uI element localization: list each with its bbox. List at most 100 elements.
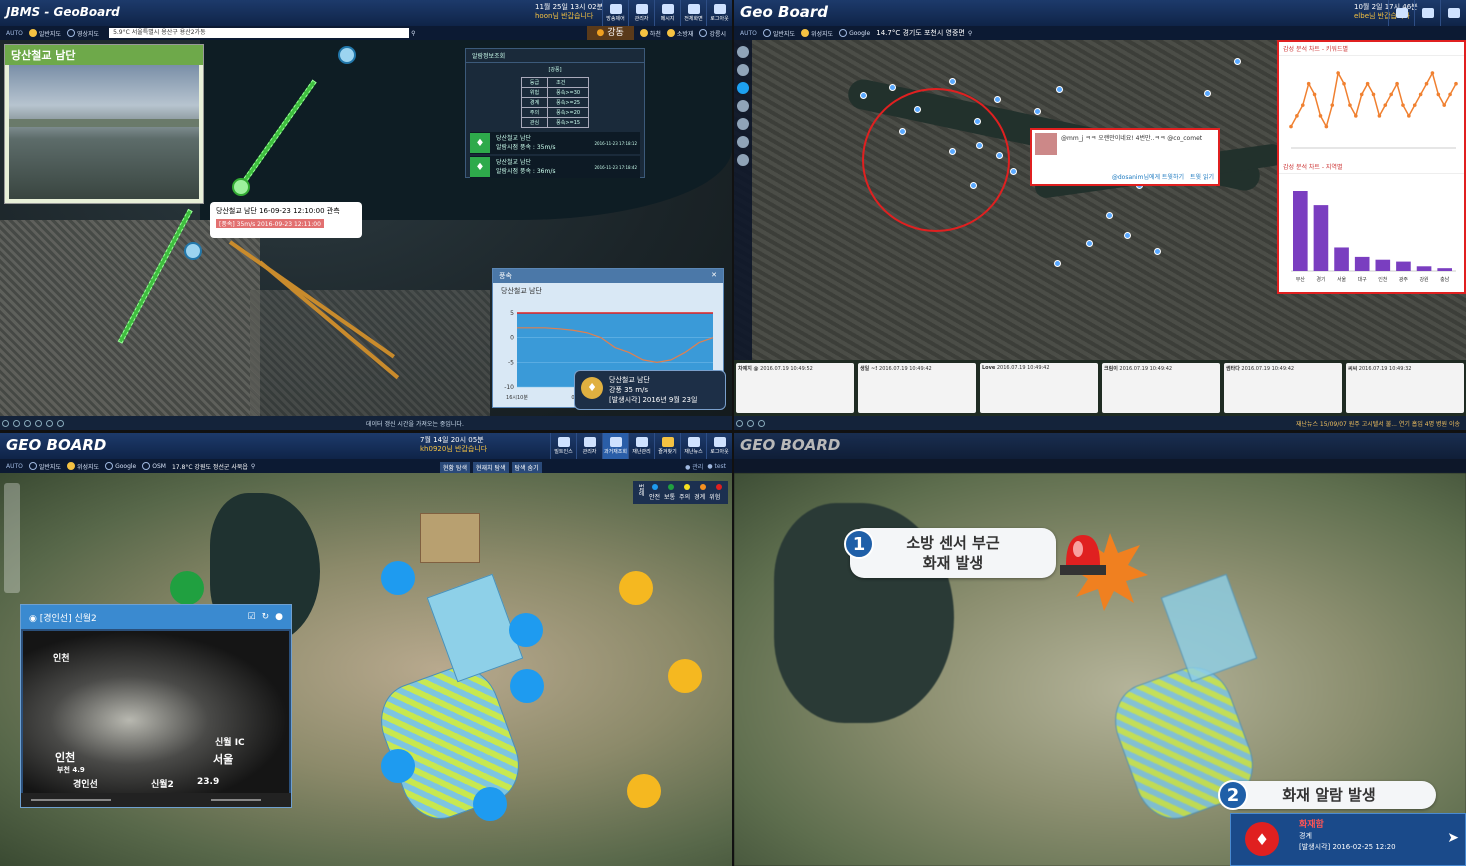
map-type-general[interactable]: 일반지도 [763,29,795,38]
current-search-button[interactable]: 현재치 탐색 [473,462,509,473]
filter-gangneung[interactable]: 강릉시 [699,29,726,38]
tweet-pin-marker[interactable] [1204,90,1211,97]
measure-icon[interactable] [35,419,42,427]
tweet-pin-marker[interactable] [1034,108,1041,115]
history-icon[interactable] [737,118,749,130]
reply-tweet-link[interactable]: @dosanim님에게 트윗하기 [1112,172,1184,181]
map-type-google[interactable]: Google [105,462,136,470]
tweet-pin-marker[interactable] [1124,232,1131,239]
station-marker[interactable] [338,46,356,64]
tweet-pin-marker[interactable] [994,96,1001,103]
users-button[interactable] [1440,0,1466,26]
admin-button[interactable]: 관리자 [628,0,654,26]
search-icon[interactable]: ⚲ [251,463,255,470]
message-button[interactable]: 메시지 [654,0,680,26]
map-type-osm[interactable]: OSM [142,462,166,470]
pan-icon[interactable] [24,419,31,427]
observation-popup[interactable]: 당산철교 남단 16-09-23 12:10:00 관측 [풍속] 35m/s … [210,202,362,238]
zoom-slider[interactable] [4,483,20,593]
map-type-satellite[interactable]: 위성지도 [67,462,99,471]
help-button[interactable] [1388,0,1414,26]
hide-search-button[interactable]: 탐색 숨기 [511,462,542,473]
filter-fire[interactable]: 소방재 [667,29,694,38]
disaster-button[interactable]: 재난관리 [628,433,654,459]
sensor-marker[interactable] [473,787,507,821]
feed-card[interactable]: Love 2016.07.19 10:49:42 [980,363,1098,413]
zoom-in-icon[interactable] [736,419,743,427]
share-icon[interactable]: ➤ [1447,830,1459,846]
read-tweet-link[interactable]: 트윗 읽기 [1190,172,1214,181]
tweet-pin-marker[interactable] [1010,168,1017,175]
globe-icon[interactable]: ● [275,612,283,622]
tweet-popup[interactable]: @mm_j ㅋㅋ 오랜만이네요! 4번만..ㅋㅋ @co_comet @dosa… [1030,128,1220,186]
zoom-in-icon[interactable] [2,419,9,427]
tweet-pin-marker[interactable] [1086,240,1093,247]
feed-card[interactable]: 씨씨 2016.07.19 10:49:32 [1346,363,1464,413]
tweet-pin-marker[interactable] [889,84,896,91]
status-search-button[interactable]: 현황 탐색 [440,462,470,473]
broadcast-button[interactable]: 방송제어 [602,0,628,26]
map-type-satellite[interactable]: 위성지도 [801,29,833,38]
globe-icon[interactable] [737,64,749,76]
feed-card[interactable]: 크림이 2016.07.19 10:49:42 [1102,363,1220,413]
feed-card[interactable]: 차예지 @ 2016.07.19 10:49:52 [736,363,854,413]
station-marker[interactable] [184,242,202,260]
sensor-marker[interactable] [510,669,544,703]
tweet-pin-marker[interactable] [949,78,956,85]
sensor-marker[interactable] [668,659,702,693]
map-type-satellite[interactable]: 영상지도 [67,29,99,38]
tweet-pin-marker[interactable] [1234,58,1241,65]
favorites-button[interactable]: 즐겨찾기 [654,433,680,459]
station-marker[interactable] [232,178,250,196]
search-icon[interactable]: ⚲ [968,30,972,37]
search-icon[interactable]: ⚲ [411,30,415,37]
sensor-marker[interactable] [627,774,661,808]
settings-icon[interactable] [737,46,749,58]
tweet-pin-marker[interactable] [1054,260,1061,267]
volume-bar[interactable] [211,799,261,801]
sensor-marker[interactable] [381,561,415,595]
logout-button[interactable]: 로그아웃 [706,0,732,26]
sensor-marker[interactable] [619,571,653,605]
feed-card[interactable]: 생일 ~! 2016.07.19 10:49:42 [858,363,976,413]
close-icon[interactable]: ✕ [711,271,717,281]
admin-button[interactable] [1414,0,1440,26]
layer-icon[interactable] [46,419,53,427]
history-button[interactable]: 과거재조회 [602,433,628,459]
logout-button[interactable]: 로그아웃 [706,433,732,459]
zoom-out-icon[interactable] [13,419,20,427]
map-type-general[interactable]: 일반지도 [29,462,61,471]
filter-river[interactable]: 하천 [640,29,661,38]
feed-card[interactable]: 썸타다 2016.07.19 10:49:42 [1224,363,1342,413]
print-icon[interactable] [57,419,64,427]
fire-alert-notification[interactable]: ♦ 화재함 경계 [발생시각] 2016-02-25 12:20 ➤ [1230,813,1466,866]
chart-icon[interactable] [737,136,749,148]
add-icon[interactable] [737,154,749,166]
tweet-pin-marker[interactable] [1154,248,1161,255]
sensor-marker[interactable] [509,613,543,647]
fullscreen-button[interactable]: 전체화면 [680,0,706,26]
check-icon[interactable]: ☑ [248,612,256,622]
map-type-google[interactable]: Google [839,29,870,37]
video-controls[interactable] [21,793,291,807]
builtin-button[interactable]: 빌트인스 [550,433,576,459]
address-field[interactable]: 5.9°C 서울특별시 용산구 용산2가동 [109,28,410,38]
sensor-marker[interactable] [170,571,204,605]
news-button[interactable]: 재난뉴스 [680,433,706,459]
alarm-notification[interactable]: ♦ 당산철교 남단 강풍 35 m/s [발생시각] 2016년 9월 23일 [574,370,726,410]
region-selector[interactable]: ● 강동 [586,26,634,40]
news-icon[interactable] [737,100,749,112]
refresh-icon[interactable]: ↻ [262,612,270,622]
alert-item[interactable]: ♦ 당산철교 남단 알람시점 풍속 : 35m/s 2016-11-23 17:1… [470,132,640,154]
tweet-pin-marker[interactable] [1106,212,1113,219]
sensor-marker[interactable] [381,749,415,783]
tweet-pin-marker[interactable] [1056,86,1063,93]
map-type-general[interactable]: 일반지도 [29,29,61,38]
admin-button[interactable]: 관리자 [576,433,602,459]
layer-icon[interactable] [758,419,765,427]
alert-item[interactable]: ♦ 당산철교 남단 알람시점 풍속 : 36m/s 2016-11-23 17:1… [470,156,640,178]
seek-bar[interactable] [31,799,111,801]
tweet-pin-marker[interactable] [860,92,867,99]
zoom-out-icon[interactable] [747,419,754,427]
twitter-icon[interactable] [737,82,749,94]
